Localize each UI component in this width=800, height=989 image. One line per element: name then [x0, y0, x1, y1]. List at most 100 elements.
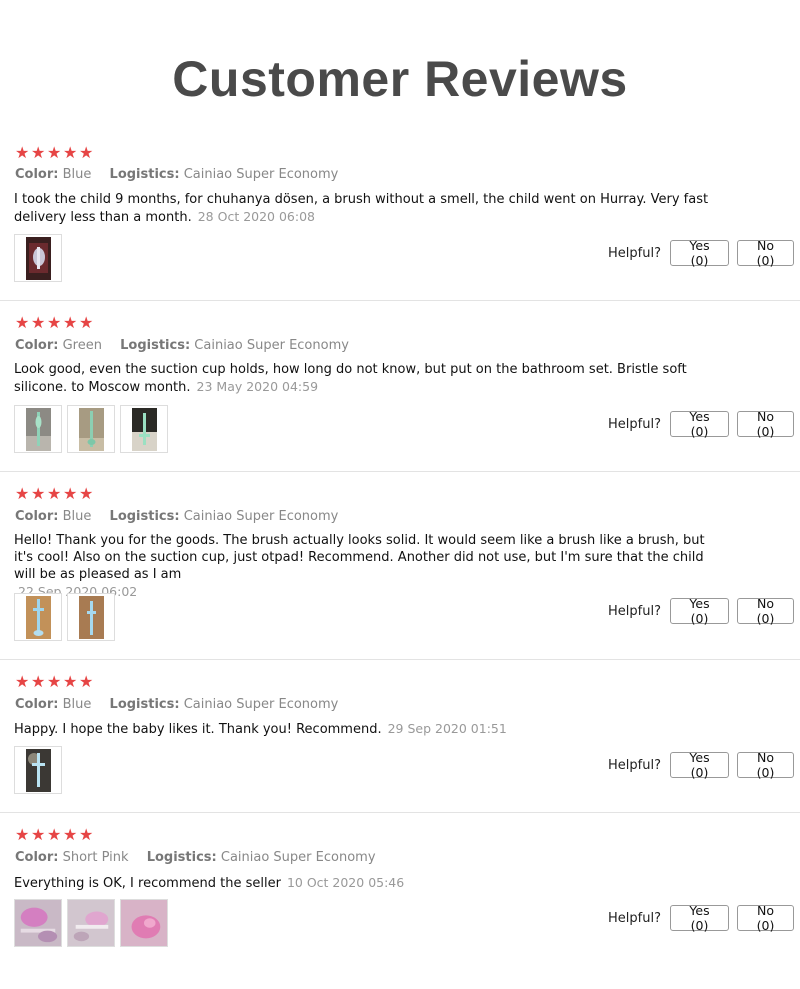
review-meta: Color: Blue Logistics: Cainiao Super Eco… [15, 697, 338, 712]
color-value: Blue [62, 509, 92, 524]
review-photo[interactable] [14, 899, 62, 947]
review-photo[interactable] [67, 593, 115, 641]
star-icon: ★ [31, 313, 46, 332]
divider [0, 659, 800, 660]
logistics-value: Cainiao Super Economy [183, 509, 339, 524]
helpful-no-button[interactable]: No (0) [737, 750, 794, 780]
helpful-yes-button[interactable]: Yes (0) [670, 903, 729, 933]
star-icon: ★ [47, 313, 62, 332]
star-icon: ★ [15, 672, 30, 691]
star-icon: ★ [31, 143, 46, 162]
logistics-key: Logistics: [146, 850, 217, 865]
star-icon: ★ [47, 484, 62, 503]
helpful-yes-button[interactable]: Yes (0) [670, 238, 729, 268]
helpful-controls: Helpful? Yes (0) No (0) [608, 750, 794, 780]
photo-image [132, 408, 157, 451]
helpful-no-button[interactable]: No (0) [737, 409, 794, 439]
review-photo[interactable] [14, 746, 62, 794]
star-icon: ★ [79, 672, 94, 691]
review-photo[interactable] [67, 405, 115, 453]
helpful-label: Helpful? [608, 757, 661, 773]
star-rating: ★ ★ ★ ★ ★ [15, 672, 94, 691]
photo-image [15, 900, 61, 946]
helpful-no-button[interactable]: No (0) [737, 596, 794, 626]
review-meta: Color: Short Pink Logistics: Cainiao Sup… [15, 850, 376, 865]
color-key: Color: [15, 850, 59, 865]
star-icon: ★ [63, 484, 78, 503]
review-meta: Color: Green Logistics: Cainiao Super Ec… [15, 338, 349, 353]
star-icon: ★ [31, 672, 46, 691]
review-photo[interactable] [120, 405, 168, 453]
helpful-yes-button[interactable]: Yes (0) [670, 750, 729, 780]
review-body: Hello! Thank you for the goods. The brus… [14, 533, 705, 582]
helpful-controls: Helpful? Yes (0) No (0) [608, 903, 794, 933]
photo-image [79, 408, 104, 451]
star-rating: ★ ★ ★ ★ ★ [15, 825, 94, 844]
helpful-controls: Helpful? Yes (0) No (0) [608, 409, 794, 439]
review-date: 10 Oct 2020 05:46 [286, 875, 405, 890]
helpful-label: Helpful? [608, 603, 661, 619]
review-photos [14, 593, 115, 641]
review-date: 28 Oct 2020 06:08 [197, 209, 316, 224]
review-photos [14, 746, 62, 794]
review-text: I took the child 9 months, for chuhanya … [14, 191, 714, 226]
helpful-no-button[interactable]: No (0) [737, 238, 794, 268]
helpful-label: Helpful? [608, 910, 661, 926]
star-icon: ★ [79, 143, 94, 162]
review-date: 23 May 2020 04:59 [196, 379, 319, 394]
review-photo[interactable] [120, 899, 168, 947]
star-icon: ★ [79, 825, 94, 844]
helpful-label: Helpful? [608, 416, 661, 432]
color-value: Blue [62, 697, 92, 712]
photo-image [121, 900, 167, 946]
review-photos [14, 234, 62, 282]
logistics-key: Logistics: [109, 167, 180, 182]
color-value: Short Pink [62, 850, 129, 865]
review-text: Look good, even the suction cup holds, h… [14, 361, 714, 396]
review-body: Happy. I hope the baby likes it. Thank y… [14, 722, 382, 737]
photo-image [26, 749, 51, 792]
star-icon: ★ [31, 825, 46, 844]
helpful-no-button[interactable]: No (0) [737, 903, 794, 933]
review-photo[interactable] [14, 234, 62, 282]
review-body: Everything is OK, I recommend the seller [14, 876, 281, 891]
review-photo[interactable] [67, 899, 115, 947]
color-key: Color: [15, 167, 59, 182]
star-icon: ★ [79, 313, 94, 332]
star-icon: ★ [47, 143, 62, 162]
review-photo[interactable] [14, 593, 62, 641]
photo-image [68, 900, 114, 946]
logistics-key: Logistics: [109, 509, 180, 524]
divider [0, 471, 800, 472]
photo-image [26, 237, 51, 280]
page-title: Customer Reviews [172, 51, 628, 107]
review-date: 29 Sep 2020 01:51 [387, 721, 507, 736]
helpful-controls: Helpful? Yes (0) No (0) [608, 596, 794, 626]
star-icon: ★ [63, 313, 78, 332]
star-rating: ★ ★ ★ ★ ★ [15, 143, 94, 162]
color-value: Green [62, 338, 102, 353]
review-body: I took the child 9 months, for chuhanya … [14, 192, 709, 225]
photo-image [26, 408, 51, 451]
color-value: Blue [62, 167, 92, 182]
review-photos [14, 405, 168, 453]
review-body: Look good, even the suction cup holds, h… [14, 362, 687, 395]
star-icon: ★ [47, 825, 62, 844]
logistics-value: Cainiao Super Economy [183, 697, 339, 712]
review-meta: Color: Blue Logistics: Cainiao Super Eco… [15, 509, 338, 524]
color-key: Color: [15, 697, 59, 712]
logistics-value: Cainiao Super Economy [194, 338, 349, 353]
star-rating: ★ ★ ★ ★ ★ [15, 484, 93, 503]
photo-image [79, 596, 104, 639]
helpful-controls: Helpful? Yes (0) No (0) [608, 238, 794, 268]
star-icon: ★ [63, 672, 78, 691]
logistics-key: Logistics: [109, 697, 180, 712]
divider [0, 300, 800, 301]
review-photo[interactable] [14, 405, 62, 453]
star-icon: ★ [15, 825, 30, 844]
star-rating: ★ ★ ★ ★ ★ [15, 313, 94, 332]
helpful-yes-button[interactable]: Yes (0) [670, 409, 729, 439]
star-icon: ★ [15, 484, 30, 503]
review-text: Happy. I hope the baby likes it. Thank y… [14, 720, 714, 738]
helpful-yes-button[interactable]: Yes (0) [670, 596, 729, 626]
